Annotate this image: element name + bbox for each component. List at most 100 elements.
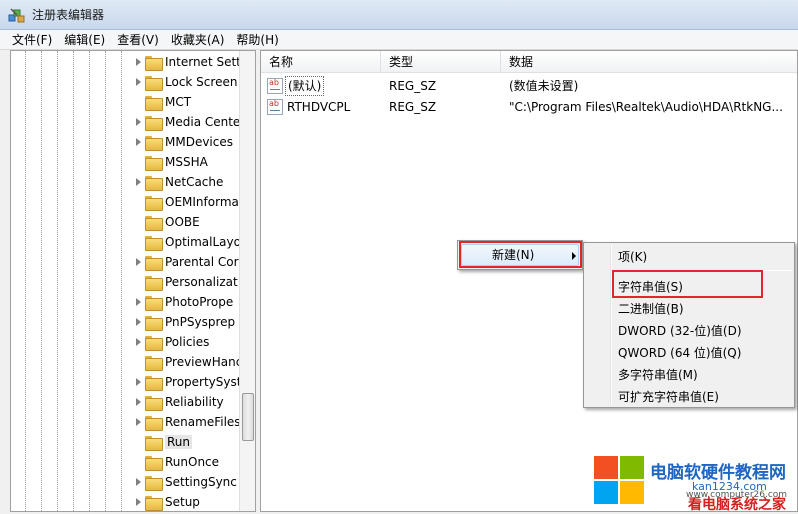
value-data: (数值未设置) bbox=[509, 79, 579, 93]
tree-item[interactable]: OptimalLayo bbox=[133, 232, 241, 252]
expand-arrow-icon[interactable] bbox=[133, 257, 143, 267]
tree-item[interactable]: MMDevices bbox=[133, 132, 233, 152]
submenu-item-multi-string-value[interactable]: 多字符串值(M) bbox=[618, 364, 698, 386]
column-header-type[interactable]: 类型 bbox=[381, 51, 501, 73]
tree-item[interactable]: Internet Sett bbox=[133, 52, 241, 72]
submenu-item-key[interactable]: 项(K) bbox=[618, 246, 647, 268]
column-header-data[interactable]: 数据 bbox=[501, 51, 797, 73]
logo-pane bbox=[620, 481, 644, 504]
tree-item-label: OEMInforma bbox=[165, 195, 239, 209]
menu-item[interactable]: 文件(F) bbox=[0, 30, 58, 50]
tree-item-label: Run bbox=[165, 435, 193, 449]
tree-item[interactable]: Setup bbox=[133, 492, 200, 511]
expand-arrow-icon[interactable] bbox=[133, 317, 143, 327]
submenu-item-dword-value[interactable]: DWORD (32-位)值(D) bbox=[618, 320, 742, 342]
tree-scrollbar[interactable] bbox=[239, 51, 255, 511]
expand-arrow-icon[interactable] bbox=[133, 397, 143, 407]
registry-editor-icon bbox=[8, 6, 26, 24]
folder-icon bbox=[145, 395, 163, 411]
value-type: REG_SZ bbox=[389, 100, 437, 114]
tree-item[interactable]: Lock Screen bbox=[133, 72, 237, 92]
submenu-item-expandable-string-value[interactable]: 可扩充字符串值(E) bbox=[618, 386, 719, 408]
folder-icon bbox=[145, 415, 163, 431]
expand-arrow-icon[interactable] bbox=[133, 177, 143, 187]
key-tree-pane[interactable]: Internet Sett Lock Screen MCT Media Cente MM… bbox=[10, 50, 256, 512]
folder-icon bbox=[145, 495, 163, 511]
tree-item-label: OOBE bbox=[165, 215, 200, 229]
tree-item[interactable]: Reliability bbox=[133, 392, 224, 412]
tree-item-label: Media Cente bbox=[165, 115, 241, 129]
menu-item[interactable]: 编辑(E) bbox=[58, 30, 111, 50]
value-name: RTHDVCPL bbox=[287, 100, 351, 114]
expand-arrow-icon[interactable] bbox=[133, 77, 143, 87]
tree-item[interactable]: SettingSync bbox=[133, 472, 237, 492]
tree-item[interactable]: Media Cente bbox=[133, 112, 240, 132]
tree-item[interactable]: MCT bbox=[133, 92, 191, 112]
logo-pane bbox=[594, 456, 618, 479]
folder-icon bbox=[145, 55, 163, 71]
tree-item-label: MCT bbox=[165, 95, 192, 109]
tree-item-label: OptimalLayo bbox=[165, 235, 241, 249]
folder-icon bbox=[145, 135, 163, 151]
folder-icon bbox=[145, 275, 163, 291]
expand-arrow-icon[interactable] bbox=[133, 477, 143, 487]
tree-item-label: Policies bbox=[165, 335, 210, 349]
expand-arrow-icon[interactable] bbox=[133, 117, 143, 127]
tree-item[interactable]: Run bbox=[133, 432, 193, 452]
folder-icon bbox=[145, 435, 163, 451]
expand-arrow-icon[interactable] bbox=[133, 297, 143, 307]
tree-item-label: SettingSync bbox=[165, 475, 237, 489]
tree-item-label: RenameFiles bbox=[165, 415, 241, 429]
expand-arrow-icon[interactable] bbox=[133, 417, 143, 427]
tree-item-label: Internet Sett bbox=[165, 55, 241, 69]
tree-item[interactable]: NetCache bbox=[133, 172, 223, 192]
tree-scrollbar-thumb[interactable] bbox=[242, 393, 254, 441]
annotation-highlight-new bbox=[459, 241, 582, 268]
tree-item[interactable]: PhotoPrope bbox=[133, 292, 233, 312]
menu-item[interactable]: 收藏夹(A) bbox=[165, 30, 231, 50]
tree-item[interactable]: OEMInforma bbox=[133, 192, 239, 212]
list-header: 名称 类型 数据 bbox=[261, 51, 797, 73]
tree-item[interactable]: Policies bbox=[133, 332, 209, 352]
windows-logo-icon bbox=[594, 456, 646, 506]
folder-icon bbox=[145, 115, 163, 131]
folder-icon bbox=[145, 255, 163, 271]
expand-arrow-icon[interactable] bbox=[133, 137, 143, 147]
tree-item[interactable]: RenameFiles bbox=[133, 412, 241, 432]
submenu-item-qword-value[interactable]: QWORD (64 位)值(Q) bbox=[618, 342, 741, 364]
expand-arrow-icon[interactable] bbox=[133, 497, 143, 507]
tree-item-label: PreviewHanc bbox=[165, 355, 243, 369]
folder-icon bbox=[145, 315, 163, 331]
tree-item-label: MSSHA bbox=[165, 155, 208, 169]
tree-item-label: NetCache bbox=[165, 175, 224, 189]
menu-item[interactable]: 查看(V) bbox=[111, 30, 165, 50]
tree-item[interactable]: PreviewHanc bbox=[133, 352, 242, 372]
expand-arrow-icon[interactable] bbox=[133, 337, 143, 347]
submenu-item-binary-value[interactable]: 二进制值(B) bbox=[618, 298, 684, 320]
tree-item[interactable]: MSSHA bbox=[133, 152, 208, 172]
title-bar: 注册表编辑器 bbox=[0, 0, 798, 30]
folder-icon bbox=[145, 335, 163, 351]
tree-item-label: PropertySyst bbox=[165, 375, 242, 389]
list-row-default[interactable]: ab (默认) REG_SZ (数值未设置) bbox=[261, 75, 797, 97]
tree-item-label: Setup bbox=[165, 495, 200, 509]
menu-item[interactable]: 帮助(H) bbox=[230, 30, 284, 50]
tree-item[interactable]: Personalizat bbox=[133, 272, 238, 292]
expand-arrow-icon[interactable] bbox=[133, 377, 143, 387]
column-header-name[interactable]: 名称 bbox=[261, 51, 381, 73]
tree-item[interactable]: RunOnce bbox=[133, 452, 219, 472]
folder-icon bbox=[145, 215, 163, 231]
expand-arrow-icon[interactable] bbox=[133, 57, 143, 67]
tree-item-label: PnPSysprep bbox=[165, 315, 236, 329]
tree-item[interactable]: PropertySyst bbox=[133, 372, 241, 392]
tree-item[interactable]: Parental Cor bbox=[133, 252, 239, 272]
tree-item[interactable]: OOBE bbox=[133, 212, 200, 232]
list-row-rthdvcpl[interactable]: ab RTHDVCPL REG_SZ "C:\Program Files\Rea… bbox=[261, 96, 797, 118]
tree-item[interactable]: PnPSysprep bbox=[133, 312, 235, 332]
